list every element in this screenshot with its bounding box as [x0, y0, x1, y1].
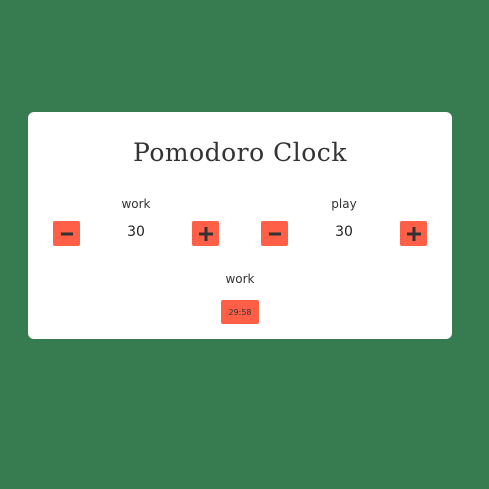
- play-decrement-button[interactable]: [261, 221, 288, 246]
- work-length-value: 30: [127, 224, 145, 240]
- play-increment-button[interactable]: [400, 221, 427, 246]
- plus-icon: [198, 226, 213, 241]
- work-increment-button[interactable]: [192, 221, 219, 246]
- pomodoro-card: Pomodoro Clock work 30 play 30 work 29:5…: [28, 112, 452, 339]
- page-title: Pomodoro Clock: [133, 138, 347, 167]
- session-label: work: [225, 272, 255, 286]
- minus-icon: [60, 232, 73, 235]
- play-length-value: 30: [335, 224, 353, 240]
- work-label: work: [121, 197, 151, 211]
- timer-button[interactable]: 29:58: [221, 300, 259, 324]
- plus-icon: [406, 226, 421, 241]
- minus-icon: [268, 232, 281, 235]
- play-label: play: [331, 197, 357, 211]
- work-decrement-button[interactable]: [53, 221, 80, 246]
